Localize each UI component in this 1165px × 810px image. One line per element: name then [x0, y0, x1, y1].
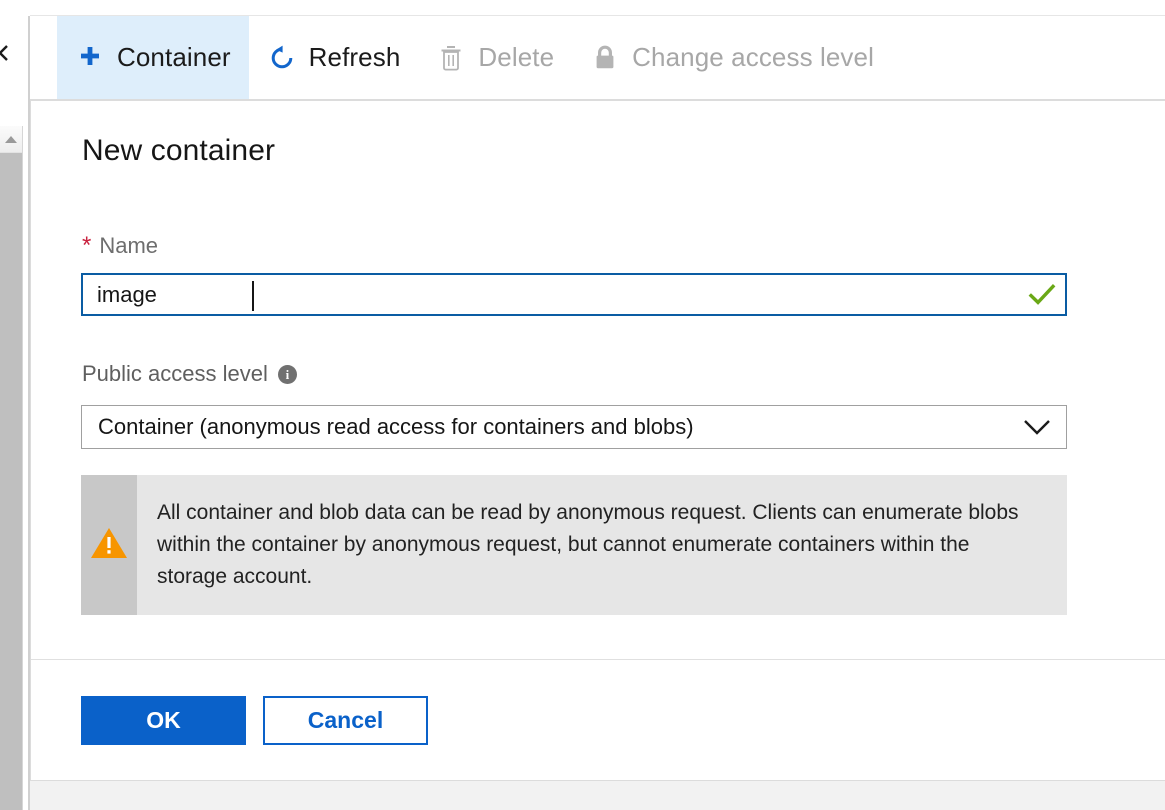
blade-bottom-strip [30, 780, 1165, 810]
blade-left-rail [0, 0, 28, 810]
required-asterisk: * [82, 234, 91, 258]
toolbar-button-refresh[interactable]: Refresh [249, 16, 419, 99]
footer-divider [31, 659, 1165, 660]
warning-triangle-icon [90, 526, 128, 565]
name-label-row: * Name [82, 233, 158, 259]
name-input-wrapper[interactable] [81, 273, 1067, 316]
scroll-up-arrow-icon[interactable] [0, 126, 22, 153]
toolbar-button-refresh-label: Refresh [309, 42, 401, 73]
footer-buttons: OK Cancel [81, 696, 428, 745]
refresh-icon [267, 43, 297, 73]
toolbar-left-spacer [30, 16, 57, 99]
toolbar-button-delete[interactable]: Delete [418, 16, 572, 99]
page-title: New container [82, 134, 275, 168]
text-cursor [252, 281, 254, 311]
info-icon[interactable]: i [278, 365, 297, 384]
lock-icon [590, 43, 620, 73]
checkmark-icon [1019, 283, 1065, 307]
name-label: Name [99, 233, 158, 259]
access-level-label-row: Public access level i [82, 361, 297, 387]
chevron-down-icon [1008, 417, 1066, 437]
new-container-form: New container * Name Public access level… [30, 101, 1165, 780]
toolbar-button-delete-label: Delete [478, 42, 554, 73]
plus-icon [75, 43, 105, 73]
warning-icon-column [81, 475, 137, 615]
new-container-blade: Container Refresh Delete [30, 0, 1165, 810]
cancel-button[interactable]: Cancel [263, 696, 428, 745]
scrollbar-thumb[interactable] [0, 153, 22, 810]
name-input[interactable] [83, 275, 1019, 314]
access-level-label: Public access level [82, 361, 268, 387]
warning-message: All container and blob data can be read … [137, 475, 1067, 615]
trash-icon [436, 43, 466, 73]
vertical-scrollbar[interactable] [0, 126, 23, 810]
ok-button[interactable]: OK [81, 696, 246, 745]
scroll-up-arrow-glyph [5, 136, 17, 143]
command-toolbar: Container Refresh Delete [30, 16, 1165, 99]
toolbar-button-change-access-level-label: Change access level [632, 42, 874, 73]
toolbar-button-container-label: Container [117, 42, 231, 73]
toolbar-button-change-access-level[interactable]: Change access level [572, 16, 892, 99]
close-x-icon[interactable] [0, 40, 14, 68]
access-level-select[interactable]: Container (anonymous read access for con… [81, 405, 1067, 449]
toolbar-button-container[interactable]: Container [57, 16, 249, 99]
access-level-selected-option: Container (anonymous read access for con… [82, 414, 1008, 440]
access-level-warning: All container and blob data can be read … [81, 475, 1067, 615]
